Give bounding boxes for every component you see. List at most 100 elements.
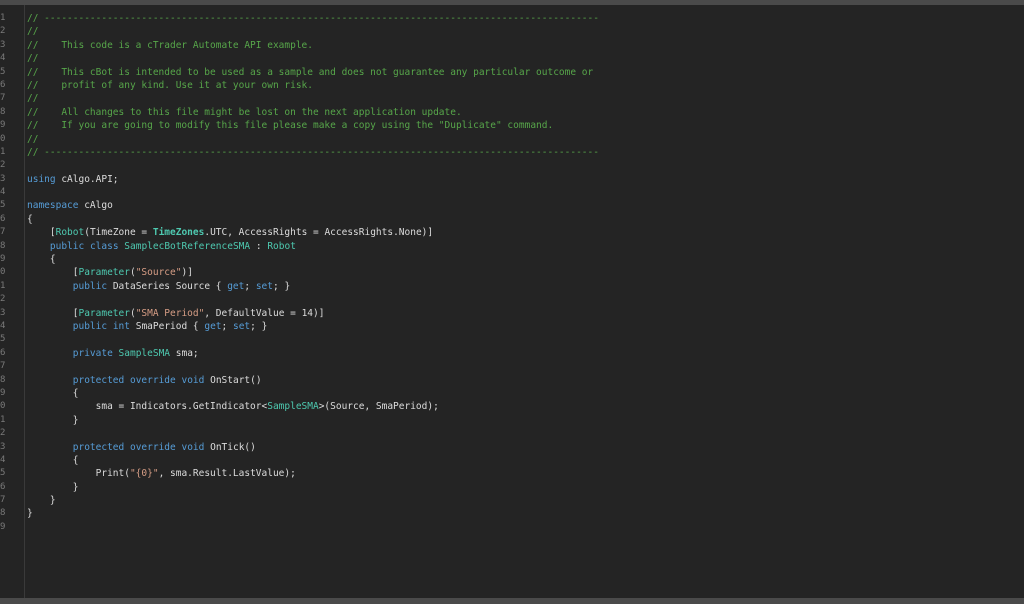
code-line[interactable]: } [27, 414, 1024, 427]
line-number: 6 [0, 347, 6, 358]
code-line[interactable] [27, 333, 1024, 346]
code-line[interactable]: [Parameter("Source")] [27, 266, 1024, 279]
code-line[interactable] [27, 360, 1024, 373]
code-token-keyword: private [72, 347, 113, 359]
line-number: 2 [0, 160, 6, 171]
code-line[interactable]: public int SmaPeriod { get; set; } [27, 320, 1024, 333]
code-token-keyword: public [72, 280, 108, 292]
line-number: 9 [0, 387, 6, 398]
code-token-type: Parameter [78, 267, 130, 279]
code-line[interactable] [27, 186, 1024, 199]
code-line[interactable]: // [27, 52, 1024, 65]
code-token-comment: // -------------------------------------… [27, 13, 599, 24]
code-token-plain: ; } [273, 280, 291, 292]
code-line[interactable]: // [27, 25, 1024, 38]
line-number: 8 [0, 374, 6, 385]
code-line[interactable]: } [27, 481, 1024, 494]
code-token-keyword: override [129, 374, 176, 386]
line-number-gutter: 1 2 3 4 5 6 7 8 9 0 1 2 3 4 5 6 7 8 9 0 1 2 3 4 5 6 7 8 9 0 1 2 3 4 5 6 7 8 9 [0, 12, 24, 534]
code-token-plain: OnTick() [204, 441, 256, 453]
code-line[interactable]: } [27, 494, 1024, 507]
line-number: 6 [0, 481, 6, 492]
code-line[interactable]: [Parameter("SMA Period", DefaultValue = … [27, 307, 1024, 320]
code-line[interactable]: Print("{0}", sma.Result.LastValue); [27, 467, 1024, 480]
line-number: 9 [0, 254, 6, 265]
code-text-area[interactable]: // -------------------------------------… [27, 12, 1024, 534]
code-token-plain: OnStart() [204, 374, 262, 386]
code-token-string: "{0}" [129, 468, 159, 480]
code-token-comment: // [27, 26, 39, 38]
code-token-keyword: void [181, 374, 205, 386]
code-line[interactable]: // -------------------------------------… [27, 146, 1024, 159]
code-token-keyword: get [204, 320, 222, 332]
code-line[interactable] [27, 521, 1024, 534]
code-token-comment: // profit of any kind. Use it at your ow… [27, 79, 313, 91]
code-line[interactable]: // This cBot is intended to be used as a… [27, 66, 1024, 79]
code-line[interactable]: // This code is a cTrader Automate API e… [27, 39, 1024, 52]
code-token-plain: } [27, 495, 56, 507]
code-line[interactable]: // [27, 133, 1024, 146]
code-token-plain: (TimeZone = [84, 227, 153, 239]
code-line[interactable]: public DataSeries Source { get; set; } [27, 280, 1024, 293]
code-token-plain: { [27, 387, 79, 399]
code-token-type: SampleSMA [267, 401, 319, 413]
code-line[interactable]: [Robot(TimeZone = TimeZones.UTC, AccessR… [27, 226, 1024, 239]
line-number: 4 [0, 187, 6, 198]
code-line[interactable]: // profit of any kind. Use it at your ow… [27, 79, 1024, 92]
code-token-string: "SMA Period" [135, 307, 205, 319]
code-token-plain: SmaPeriod { [130, 320, 205, 332]
code-token-bold: TimeZones [152, 227, 205, 239]
code-token-plain: } [27, 481, 79, 493]
line-number: 9 [0, 120, 6, 131]
code-line[interactable]: namespace cAlgo [27, 199, 1024, 212]
code-token-plain: .UTC, AccessRights = AccessRights.None)] [204, 227, 434, 239]
code-token-comment: // This cBot is intended to be used as a… [27, 66, 594, 78]
code-line[interactable]: { [27, 253, 1024, 266]
code-token-comment: // -------------------------------------… [27, 146, 599, 158]
code-line[interactable]: { [27, 213, 1024, 226]
line-number: 0 [0, 401, 6, 412]
code-editor[interactable]: 123456789012345678901234567890123456789 … [0, 5, 1024, 598]
code-line[interactable]: } [27, 507, 1024, 520]
code-token-plain: { [27, 454, 79, 466]
code-line[interactable]: using cAlgo.API; [27, 173, 1024, 186]
code-line[interactable]: sma = Indicators.GetIndicator<SampleSMA>… [27, 400, 1024, 413]
code-line[interactable] [27, 293, 1024, 306]
line-number: 3 [0, 39, 6, 50]
code-line[interactable]: { [27, 387, 1024, 400]
line-number: 5 [0, 200, 6, 211]
line-number: 7 [0, 227, 6, 238]
code-token-plain: : [250, 240, 268, 252]
code-line[interactable]: public class SamplecBotReferenceSMA : Ro… [27, 240, 1024, 253]
code-line[interactable]: { [27, 454, 1024, 467]
code-line[interactable]: protected override void OnStart() [27, 374, 1024, 387]
code-token-plain: ; [244, 280, 256, 292]
code-token-comment: // [27, 93, 39, 105]
code-token-plain: } [27, 508, 33, 520]
code-line[interactable] [27, 427, 1024, 440]
code-token-comment: // [27, 53, 39, 65]
code-line[interactable]: private SampleSMA sma; [27, 347, 1024, 360]
code-line[interactable]: // -------------------------------------… [27, 12, 1024, 25]
line-number: 7 [0, 495, 6, 506]
code-token-comment: // All changes to this file might be los… [27, 106, 462, 118]
code-token-plain: [ [27, 307, 79, 319]
code-token-keyword: public [49, 240, 85, 252]
code-token-type: SampleSMA [118, 347, 171, 359]
code-token-keyword: namespace [27, 200, 79, 212]
line-number: 8 [0, 240, 6, 251]
code-line[interactable] [27, 159, 1024, 172]
code-line[interactable]: // All changes to this file might be los… [27, 106, 1024, 119]
code-line[interactable]: // [27, 92, 1024, 105]
code-line[interactable]: // If you are going to modify this file … [27, 119, 1024, 132]
code-line[interactable]: protected override void OnTick() [27, 441, 1024, 454]
code-token-keyword: public [72, 320, 108, 332]
line-number: 1 [0, 146, 6, 157]
code-token-type: SamplecBotReferenceSMA [124, 240, 251, 252]
code-token-keyword: class [89, 240, 119, 252]
code-token-keyword: protected [72, 441, 125, 453]
code-token-plain: cAlgo [78, 200, 113, 212]
